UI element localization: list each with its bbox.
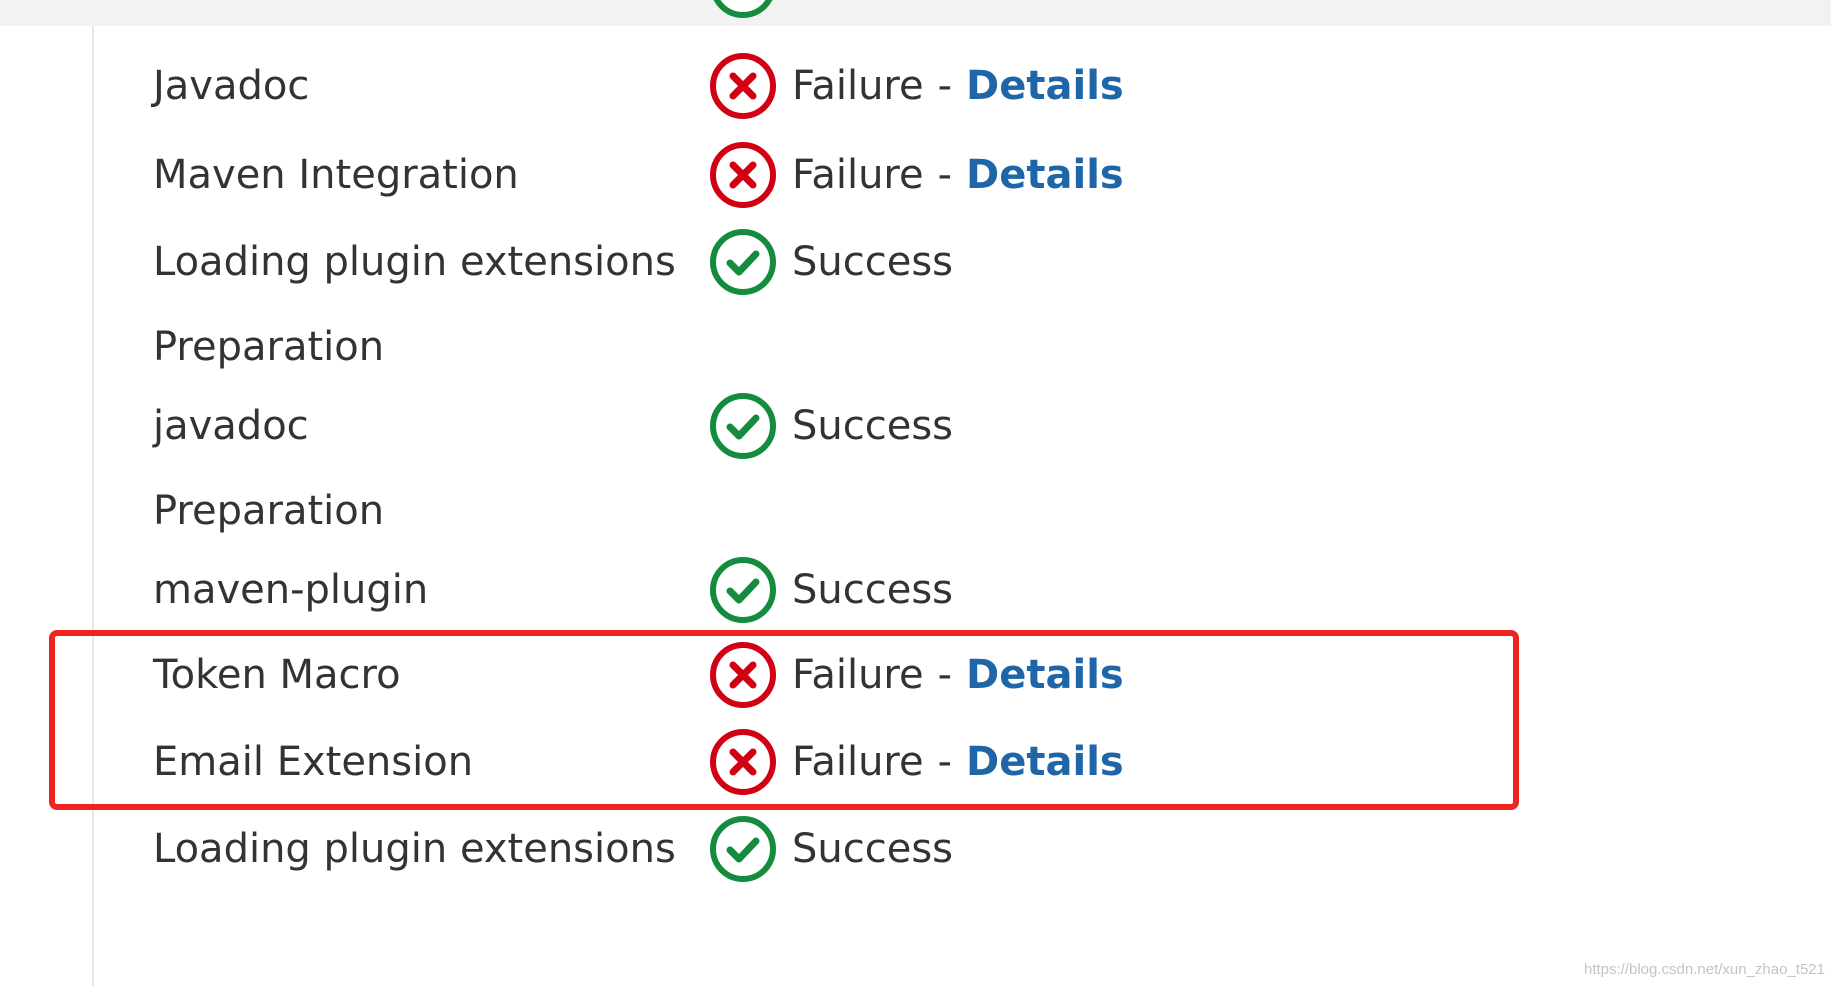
status-cell: Failure - Details [708,727,1124,797]
failure-x-icon [708,140,778,210]
list-item: Preparation [0,310,1831,384]
separator: - [937,63,953,109]
status-cell: Success [708,814,953,884]
details-link[interactable]: Details [966,66,1124,106]
list-item: maven-plugin Success [0,553,1831,627]
status-text: Success [792,826,954,872]
details-link[interactable]: Details [966,742,1124,782]
list-item: Token Macro Failure - Details [0,638,1831,712]
plugin-name: Preparation [153,488,385,534]
separator: - [937,152,953,198]
success-check-icon [708,391,778,461]
plugin-name: Loading plugin extensions [153,239,676,285]
list-item: Loading plugin extensions Success [0,225,1831,299]
plugin-name: Javadoc [153,63,310,109]
status-cell: Success [708,391,953,461]
status-cell: Success [708,555,953,625]
status-text: Failure [792,63,924,109]
status-text: Failure [792,152,924,198]
success-check-icon [708,227,778,297]
status-cell: Success [708,227,953,297]
separator: - [937,652,953,698]
status-text: Success [792,239,954,285]
watermark: https://blog.csdn.net/xun_zhao_t521 [1583,961,1825,978]
status-text: Failure [792,652,924,698]
status-text: Failure [792,739,924,785]
details-link[interactable]: Details [966,655,1124,695]
plugin-name: maven-plugin [153,567,429,613]
plugin-name: Maven Integration [153,152,519,198]
status-cell: Failure - Details [708,140,1124,210]
list-item: Loading plugin extensions Success [0,812,1831,886]
status-cell: Failure - Details [708,51,1124,121]
failure-x-icon [708,727,778,797]
plugin-name: Token Macro [153,652,401,698]
list-item: Preparation [0,474,1831,548]
details-link[interactable]: Details [966,155,1124,195]
failure-x-icon [708,51,778,121]
plugin-name: Loading plugin extensions [153,826,676,872]
plugin-name: Preparation [153,324,385,370]
success-check-icon [708,814,778,884]
failure-x-icon [708,640,778,710]
list-item: Maven Integration Failure - Details [0,138,1831,212]
list-item: Email Extension Failure - Details [0,725,1831,799]
list-item: Javadoc Failure - Details [0,49,1831,123]
list-item: javadoc Success [0,389,1831,463]
plugin-name: javadoc [153,403,309,449]
success-check-icon [708,0,778,20]
plugin-name: Email Extension [153,739,474,785]
top-toolbar-strip [0,0,1831,26]
separator: - [937,739,953,785]
status-text: Success [792,403,954,449]
status-cell: Failure - Details [708,640,1124,710]
status-text: Success [792,567,954,613]
success-check-icon [708,555,778,625]
